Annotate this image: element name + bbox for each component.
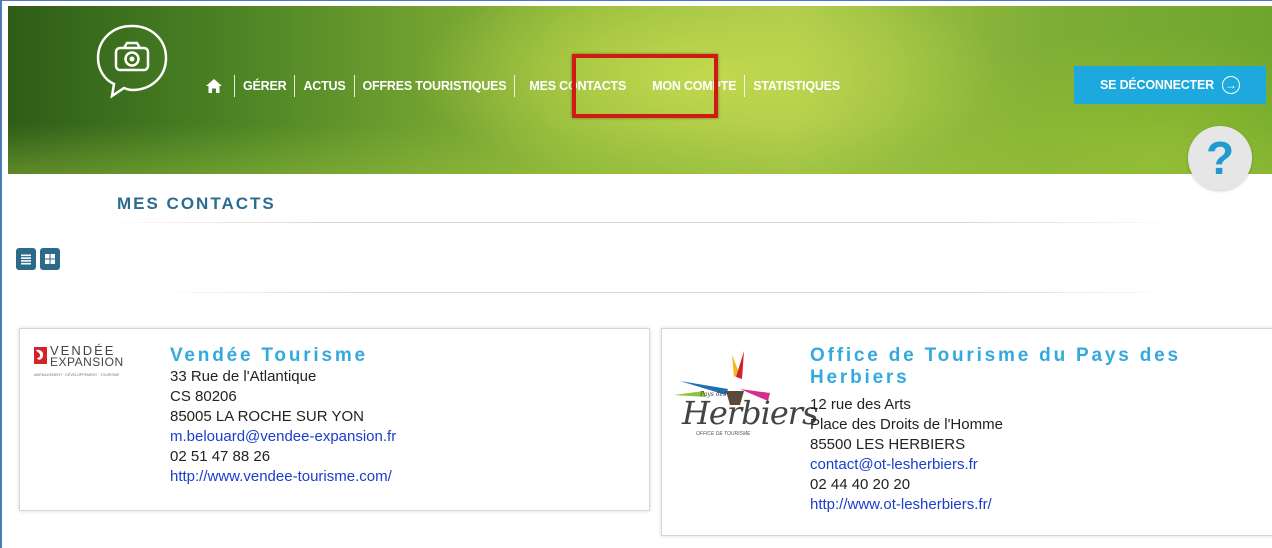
nav-statistiques[interactable]: STATISTIQUES	[745, 76, 848, 96]
vendee-expansion-logo: VENDÉE EXPANSION AMÉNAGEMENT · DÉVELOPPE…	[34, 344, 174, 385]
contact-address2: Place des Droits de l'Homme	[810, 416, 1003, 433]
help-button[interactable]: ?	[1188, 126, 1252, 190]
grid-icon	[45, 254, 55, 264]
title-divider	[100, 222, 1180, 223]
home-icon	[206, 79, 222, 93]
contact-name[interactable]: Office de Tourisme du Pays des Herbiers	[810, 345, 1230, 389]
contact-email-link[interactable]: m.belouard@vendee-expansion.fr	[170, 427, 396, 447]
contact-address2: CS 80206	[170, 388, 237, 405]
herbiers-logo: Pays des Herbiers OFFICE DE TOURISME	[670, 345, 819, 445]
nav-offres-touristiques[interactable]: OFFRES TOURISTIQUES	[355, 76, 515, 96]
contact-city: 85500 LES HERBIERS	[810, 436, 966, 453]
list-icon	[21, 254, 31, 265]
grid-view-button[interactable]	[40, 248, 60, 270]
toolbar-divider	[150, 292, 1180, 293]
contact-card: Pays des Herbiers OFFICE DE TOURISME Off…	[661, 328, 1272, 536]
camera-chat-logo-icon[interactable]	[92, 20, 172, 100]
vendee-logo-tagline: AMÉNAGEMENT · DÉVELOPPEMENT · TOURISME	[34, 373, 120, 377]
contact-email-link[interactable]: contact@ot-lesherbiers.fr	[810, 455, 1003, 475]
list-view-button[interactable]	[16, 248, 36, 270]
contact-address1: 33 Rue de l'Atlantique	[170, 368, 317, 385]
contact-name[interactable]: Vendée Tourisme	[170, 345, 396, 367]
logout-label: SE DÉCONNECTER	[1100, 78, 1214, 92]
herbiers-logo-tagline: OFFICE DE TOURISME	[696, 431, 751, 437]
contact-card: VENDÉE EXPANSION AMÉNAGEMENT · DÉVELOPPE…	[19, 328, 650, 511]
logout-button[interactable]: SE DÉCONNECTER →	[1074, 66, 1266, 104]
main-nav: GÉRER ACTUS OFFRES TOURISTIQUES MES CONT…	[200, 74, 848, 98]
herbiers-logo-text: Herbiers	[682, 394, 819, 432]
contact-phone: 02 51 47 88 26	[170, 448, 271, 465]
contact-address1: 12 rue des Arts	[810, 396, 911, 413]
vendee-logo-subtext: EXPANSION	[50, 355, 124, 369]
nav-gerer[interactable]: GÉRER	[235, 76, 294, 96]
contact-website-link[interactable]: http://www.vendee-tourisme.com/	[170, 467, 396, 487]
arrow-right-circle-icon: →	[1221, 76, 1240, 94]
contact-phone: 02 44 40 20 20	[810, 476, 911, 493]
annotation-highlight-box	[572, 54, 718, 118]
page-title: MES CONTACTS	[117, 194, 276, 213]
view-toggle	[16, 248, 60, 270]
nav-actus[interactable]: ACTUS	[295, 76, 353, 96]
home-button[interactable]	[200, 79, 234, 93]
contact-website-link[interactable]: http://www.ot-lesherbiers.fr/	[810, 495, 1003, 515]
contact-city: 85005 LA ROCHE SUR YON	[170, 408, 364, 425]
